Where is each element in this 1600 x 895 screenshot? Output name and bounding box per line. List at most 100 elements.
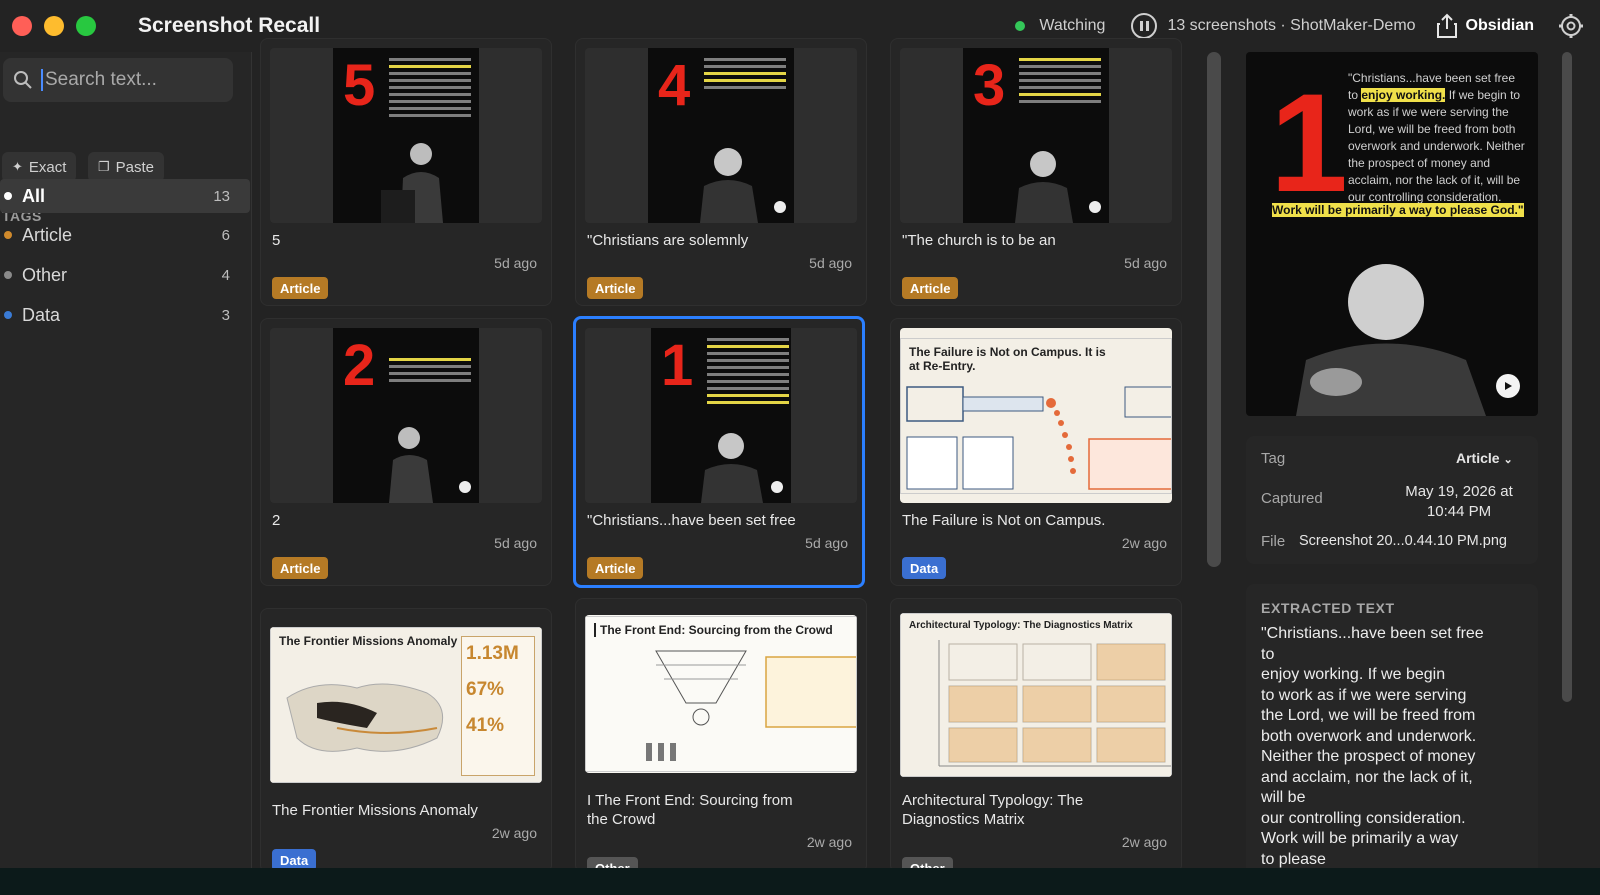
speaker-figure <box>381 143 443 223</box>
quote-poster: 5 <box>333 48 479 223</box>
zoom-window-button[interactable] <box>76 16 96 36</box>
search-icon <box>14 71 32 89</box>
card-title: Architectural Typology: The Diagnostics … <box>902 792 1084 828</box>
poster-quote-lines <box>389 358 471 386</box>
tag-label: All <box>22 185 46 206</box>
tag-badge: Article <box>902 277 959 299</box>
card-age: 2w ago <box>806 834 852 850</box>
extracted-text-panel: EXTRACTED TEXT "Christians...have been s… <box>1246 584 1538 895</box>
card-age: 5d ago <box>809 255 852 271</box>
tag-dropdown-value: Article <box>1456 450 1500 466</box>
screenshot-card[interactable]: 4 "Christians are solemnly 5d ago Articl… <box>575 38 867 306</box>
poster-number: 4 <box>658 53 691 118</box>
watching-status-dot <box>1015 21 1026 31</box>
tag-filter-all[interactable]: All 13 <box>0 179 250 213</box>
poster-quote-lines <box>389 58 471 121</box>
poster-quote-lines <box>1019 58 1101 107</box>
screenshot-thumbnail: 2 <box>270 328 542 503</box>
infographic-thumbnail: Architectural Typology: The Diagnostics … <box>900 613 1172 777</box>
screenshot-card[interactable]: 2 2 5d ago Article <box>260 318 552 586</box>
app-window: Screenshot Recall Watching 13 screenshot… <box>0 0 1600 895</box>
sparkle-icon: ✦ <box>12 159 23 174</box>
close-window-button[interactable] <box>12 16 32 36</box>
settings-gear-icon[interactable] <box>1558 13 1584 39</box>
clipboard-icon: ❐ <box>98 159 110 174</box>
screenshot-card[interactable]: The Frontier Missions Anomaly 1.13M 67% … <box>260 608 552 873</box>
extracted-text-body: "Christians...have been set free to enjo… <box>1261 625 1484 868</box>
preview-quote-part: If we begin to work as if we were servin… <box>1348 88 1525 204</box>
poster-number: 3 <box>973 53 1006 118</box>
screenshot-thumbnail: The Front End: Sourcing from the Crowd <box>585 615 857 773</box>
app-title: Screenshot Recall <box>138 14 321 37</box>
preview-quote-highlight: enjoy working. <box>1361 88 1446 102</box>
screenshot-card[interactable]: The Failure is Not on Campus. It is at R… <box>890 318 1182 586</box>
speaker-figure <box>701 433 763 503</box>
infographic-thumbnail: The Front End: Sourcing from the Crowd <box>585 616 857 772</box>
tag-key: Tag <box>1261 450 1286 467</box>
poster-quote-lines <box>704 58 786 93</box>
screenshot-thumbnail: 3 <box>900 48 1172 223</box>
play-icon[interactable] <box>1496 374 1520 398</box>
screenshot-card[interactable]: 5 5 5d ago Article <box>260 38 552 306</box>
infographic-heading: Architectural Typology: The Diagnostics … <box>909 620 1133 631</box>
window-bottom-edge <box>0 868 1600 895</box>
screenshot-card-selected[interactable]: 1 "Christians...have been set free 5d ag… <box>573 316 865 588</box>
world-map-diagram <box>286 683 444 752</box>
quote-poster: 2 <box>333 328 479 503</box>
card-title: The Failure is Not on Campus. <box>902 512 1106 529</box>
stat-box: 1.13M 67% 41% <box>461 636 535 776</box>
detail-scrollbar[interactable] <box>1562 52 1572 702</box>
obsidian-export-button[interactable]: Obsidian <box>1436 13 1534 39</box>
tag-filter-other[interactable]: Other 4 <box>0 258 250 292</box>
poster-number: 1 <box>661 333 694 398</box>
paste-button[interactable]: ❐ Paste <box>88 152 165 182</box>
preview-quote-highlight: Work will be primarily a way to please G… <box>1272 203 1524 217</box>
pause-icon[interactable] <box>1131 13 1158 39</box>
poster-quote-lines <box>707 338 789 408</box>
stat-value: 1.13M <box>466 643 519 664</box>
speaker-figure <box>1015 151 1073 223</box>
play-icon <box>1089 201 1101 213</box>
play-icon <box>774 201 786 213</box>
matrix-diagram <box>938 640 1171 767</box>
tag-badge: Article <box>272 557 329 579</box>
speaker-figure <box>389 427 433 503</box>
tag-label: Data <box>22 304 61 325</box>
screenshot-card[interactable]: 3 "The church is to be an 5d ago Article <box>890 38 1182 306</box>
card-age: 5d ago <box>494 255 537 271</box>
tag-badge: Article <box>587 557 644 579</box>
funnel-diagram <box>646 650 856 761</box>
tag-label: Other <box>22 264 68 285</box>
poster-number: 2 <box>343 333 376 398</box>
exact-match-button[interactable]: ✦ Exact <box>2 152 77 182</box>
paste-label: Paste <box>115 158 155 176</box>
play-icon <box>771 481 783 493</box>
search-box[interactable] <box>3 58 233 102</box>
screenshot-thumbnail: 1 <box>585 328 857 503</box>
speaker-figure <box>700 148 758 223</box>
card-title: "The church is to be an <box>902 232 1056 249</box>
search-input[interactable] <box>41 69 221 91</box>
file-key: File <box>1261 533 1286 550</box>
card-title: 5 <box>272 232 281 249</box>
screenshot-thumbnail: The Failure is Not on Campus. It is at R… <box>900 328 1172 503</box>
play-icon <box>459 481 471 493</box>
minimize-window-button[interactable] <box>44 16 64 36</box>
preview-number: 1 <box>1270 64 1348 221</box>
tag-count: 3 <box>221 306 230 324</box>
screenshot-card[interactable]: The Front End: Sourcing from the Crowd I… <box>575 598 867 873</box>
tag-dropdown[interactable]: Article ⌄ <box>1456 450 1513 466</box>
tag-badge: Data <box>902 557 947 579</box>
screenshot-summary: 13 screenshots · ShotMaker-Demo <box>1167 17 1416 34</box>
tag-filter-article[interactable]: Article 6 <box>0 218 250 252</box>
tag-count: 6 <box>221 226 230 244</box>
card-age: 2w ago <box>491 825 537 841</box>
tag-filter-data[interactable]: Data 3 <box>0 298 250 332</box>
captured-key: Captured <box>1261 490 1323 507</box>
preview-quote: "Christians...have been set free to enjo… <box>1348 70 1528 206</box>
grid-scrollbar[interactable] <box>1207 52 1221 567</box>
screenshot-card[interactable]: Architectural Typology: The Diagnostics … <box>890 598 1182 873</box>
screenshot-thumbnail: 5 <box>270 48 542 223</box>
card-age: 2w ago <box>1121 834 1167 850</box>
tag-color-dot <box>4 271 12 279</box>
